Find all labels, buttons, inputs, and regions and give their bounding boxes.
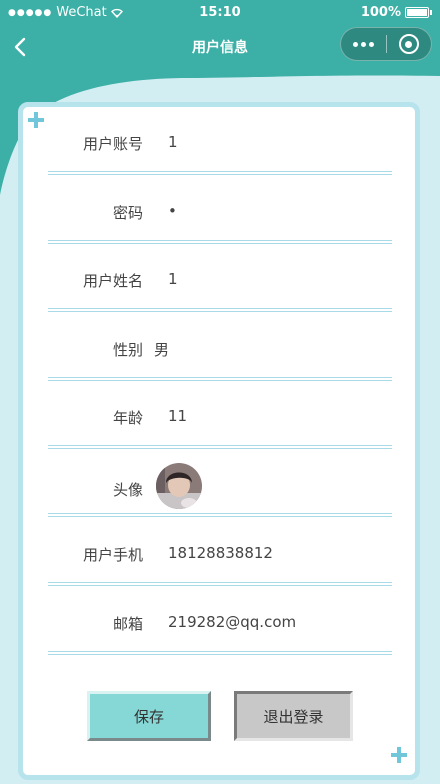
field-value: 219282@qq.com bbox=[168, 613, 297, 631]
logout-button[interactable]: 退出登录 bbox=[234, 691, 353, 741]
more-dot-icon bbox=[353, 41, 358, 47]
more-menu-button[interactable] bbox=[341, 28, 386, 60]
field-row-account: 用户账号 1 bbox=[48, 107, 392, 175]
field-value: 18128838812 bbox=[168, 544, 273, 562]
field-label: 用户账号 bbox=[82, 135, 143, 153]
close-mini-program-button[interactable] bbox=[387, 28, 431, 60]
field-label: 年龄 bbox=[112, 409, 143, 427]
field-row-avatar: 头像 bbox=[48, 449, 392, 517]
field-value: 11 bbox=[168, 407, 188, 425]
field-label: 用户手机 bbox=[82, 546, 143, 564]
field-label: 头像 bbox=[112, 481, 143, 499]
field-row-phone: 用户手机 18128838812 bbox=[48, 518, 392, 586]
divider bbox=[48, 651, 392, 655]
status-bar: ●●●●● WeChat 15:10 100% bbox=[0, 0, 440, 24]
field-value: 男 bbox=[154, 341, 170, 359]
field-row-email: 邮箱 219282@qq.com bbox=[48, 587, 392, 655]
battery-group: 100% bbox=[361, 5, 432, 20]
navigation-bar: 用户信息 bbox=[0, 24, 440, 70]
user-info-card: 用户账号 1 密码 • 用户姓名 1 性别 男 年龄 11 头像 用户手机 18… bbox=[18, 102, 420, 780]
field-label: 用户姓名 bbox=[82, 272, 143, 290]
more-dot-icon bbox=[369, 41, 374, 47]
field-row-age: 年龄 11 bbox=[48, 381, 392, 449]
field-row-password: 密码 • bbox=[48, 176, 392, 244]
plus-icon bbox=[28, 112, 44, 128]
battery-icon bbox=[405, 7, 429, 18]
battery-percent: 100% bbox=[360, 5, 401, 20]
field-row-gender: 性别 男 bbox=[48, 313, 392, 381]
divider bbox=[48, 171, 392, 175]
more-dot-icon bbox=[361, 41, 366, 47]
field-value: 1 bbox=[168, 133, 178, 151]
save-button[interactable]: 保存 bbox=[87, 691, 211, 741]
divider bbox=[48, 513, 392, 517]
avatar[interactable] bbox=[156, 463, 202, 509]
field-label: 密码 bbox=[112, 204, 143, 222]
divider bbox=[48, 582, 392, 586]
field-row-name: 用户姓名 1 bbox=[48, 244, 392, 312]
field-value: 1 bbox=[168, 270, 178, 288]
avatar-photo bbox=[156, 463, 202, 509]
target-circle-icon bbox=[398, 34, 419, 54]
battery-tip bbox=[430, 10, 432, 15]
field-value: • bbox=[168, 202, 177, 220]
field-label: 性别 bbox=[112, 341, 143, 359]
divider bbox=[48, 308, 392, 312]
plus-icon bbox=[391, 747, 407, 763]
mini-program-capsule bbox=[340, 27, 432, 61]
field-label: 邮箱 bbox=[112, 615, 143, 633]
